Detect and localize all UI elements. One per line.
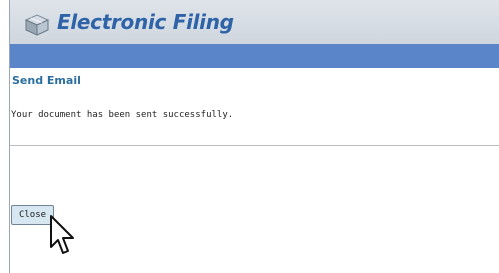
app-header: Electronic Filing [10,0,499,44]
close-button[interactable]: Close [11,205,54,225]
app-title: Electronic Filing [57,10,234,34]
page-title: Send Email [12,74,81,87]
mouse-pointer-icon [50,215,74,254]
divider [10,145,499,146]
status-message: Your document has been sent successfully… [11,110,234,120]
title-bar [10,44,499,68]
ef-cube-logo-icon [24,14,50,36]
app-window: Electronic Filing Send Email Your docume… [9,0,499,273]
